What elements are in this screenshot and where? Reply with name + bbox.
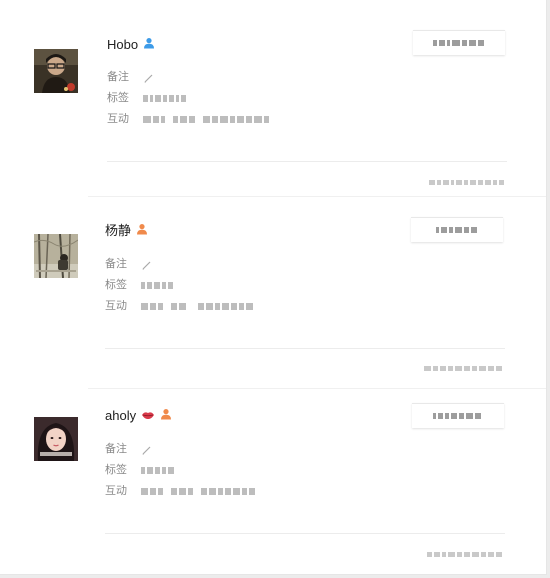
user-orange-icon (136, 222, 148, 240)
edit-icon[interactable] (141, 258, 153, 270)
name-row: Hobo (107, 36, 155, 54)
name-row: aholy (105, 407, 172, 425)
user-name[interactable]: Hobo (107, 36, 138, 54)
tags-row: 标签 (107, 90, 188, 106)
button-label-redacted (432, 38, 486, 48)
button-label-redacted (433, 411, 483, 421)
divider (107, 161, 507, 162)
tags-value-redacted (143, 93, 188, 103)
user-name[interactable]: 杨静 (105, 222, 131, 240)
interaction-row: 互动 (107, 111, 271, 127)
tags-value-redacted (141, 465, 176, 475)
follow-button[interactable] (411, 217, 503, 242)
edit-icon[interactable] (143, 71, 155, 83)
tags-label: 标签 (105, 279, 127, 291)
timestamp-redacted (364, 549, 504, 559)
avatar[interactable] (34, 417, 78, 461)
interaction-value-redacted (141, 486, 257, 496)
follow-button[interactable] (412, 403, 504, 428)
user-list-panel: Hobo 备注 标签 互动 杨静 备注 标签 互动 aholy 备注 标签 互动 (0, 0, 547, 575)
follow-button[interactable] (413, 30, 505, 55)
tags-value-redacted (141, 280, 175, 290)
user-orange-icon (160, 407, 172, 425)
edit-icon[interactable] (141, 443, 153, 455)
lips-icon (141, 407, 155, 425)
user-blue-icon (143, 36, 155, 54)
avatar[interactable] (34, 234, 78, 278)
interaction-row: 互动 (105, 483, 257, 499)
remark-row: 备注 (107, 69, 155, 85)
user-card: 杨静 备注 标签 互动 (0, 190, 546, 380)
tags-row: 标签 (105, 462, 176, 478)
interaction-value-redacted (141, 301, 255, 311)
interaction-label: 互动 (105, 485, 127, 497)
remark-label: 备注 (107, 71, 129, 83)
avatar[interactable] (34, 49, 78, 93)
user-card: aholy 备注 标签 互动 (0, 380, 546, 570)
tags-label: 标签 (107, 92, 129, 104)
user-name[interactable]: aholy (105, 407, 136, 425)
tags-row: 标签 (105, 277, 175, 293)
divider (105, 533, 505, 534)
remark-label: 备注 (105, 443, 127, 455)
interaction-label: 互动 (105, 300, 127, 312)
interaction-row: 互动 (105, 298, 255, 314)
remark-row: 备注 (105, 256, 153, 272)
interaction-label: 互动 (107, 113, 129, 125)
timestamp-redacted (366, 177, 506, 187)
remark-row: 备注 (105, 441, 153, 457)
interaction-value-redacted (143, 114, 271, 124)
button-label-redacted (435, 225, 479, 235)
tags-label: 标签 (105, 464, 127, 476)
name-row: 杨静 (105, 222, 148, 240)
user-card: Hobo 备注 标签 互动 (0, 0, 546, 190)
divider (105, 348, 505, 349)
timestamp-redacted (364, 363, 504, 373)
remark-label: 备注 (105, 258, 127, 270)
